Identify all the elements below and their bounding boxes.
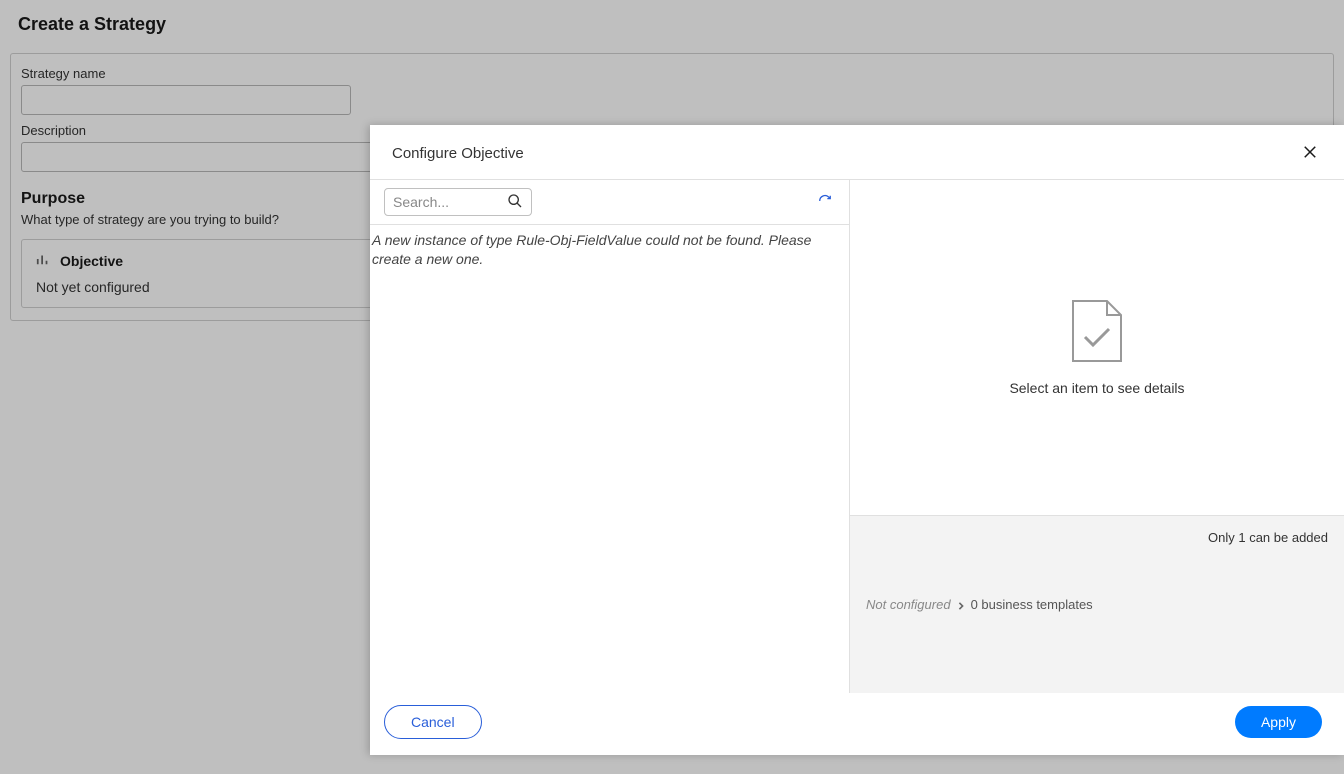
search-input[interactable] xyxy=(393,194,507,210)
close-icon xyxy=(1301,143,1319,164)
cancel-button[interactable]: Cancel xyxy=(384,705,482,739)
modal-right-panel: Select an item to see details Not config… xyxy=(850,180,1344,693)
refresh-icon xyxy=(818,194,832,211)
detail-placeholder: Select an item to see details xyxy=(1009,380,1184,396)
error-message: A new instance of type Rule-Obj-FieldVal… xyxy=(370,225,849,275)
chevron-right-icon xyxy=(957,597,965,613)
not-configured-label: Not configured xyxy=(866,597,951,612)
refresh-button[interactable] xyxy=(815,192,835,212)
templates-count: 0 business templates xyxy=(971,597,1093,612)
configure-objective-modal: Configure Objective xyxy=(370,125,1344,755)
close-button[interactable] xyxy=(1300,143,1320,163)
search-wrap[interactable] xyxy=(384,188,532,216)
config-limit: Only 1 can be added xyxy=(1208,530,1328,679)
search-icon xyxy=(507,193,523,212)
document-check-icon xyxy=(1069,299,1125,366)
apply-button[interactable]: Apply xyxy=(1235,706,1322,738)
modal-left-panel: A new instance of type Rule-Obj-FieldVal… xyxy=(370,180,850,693)
modal-title: Configure Objective xyxy=(392,145,524,162)
